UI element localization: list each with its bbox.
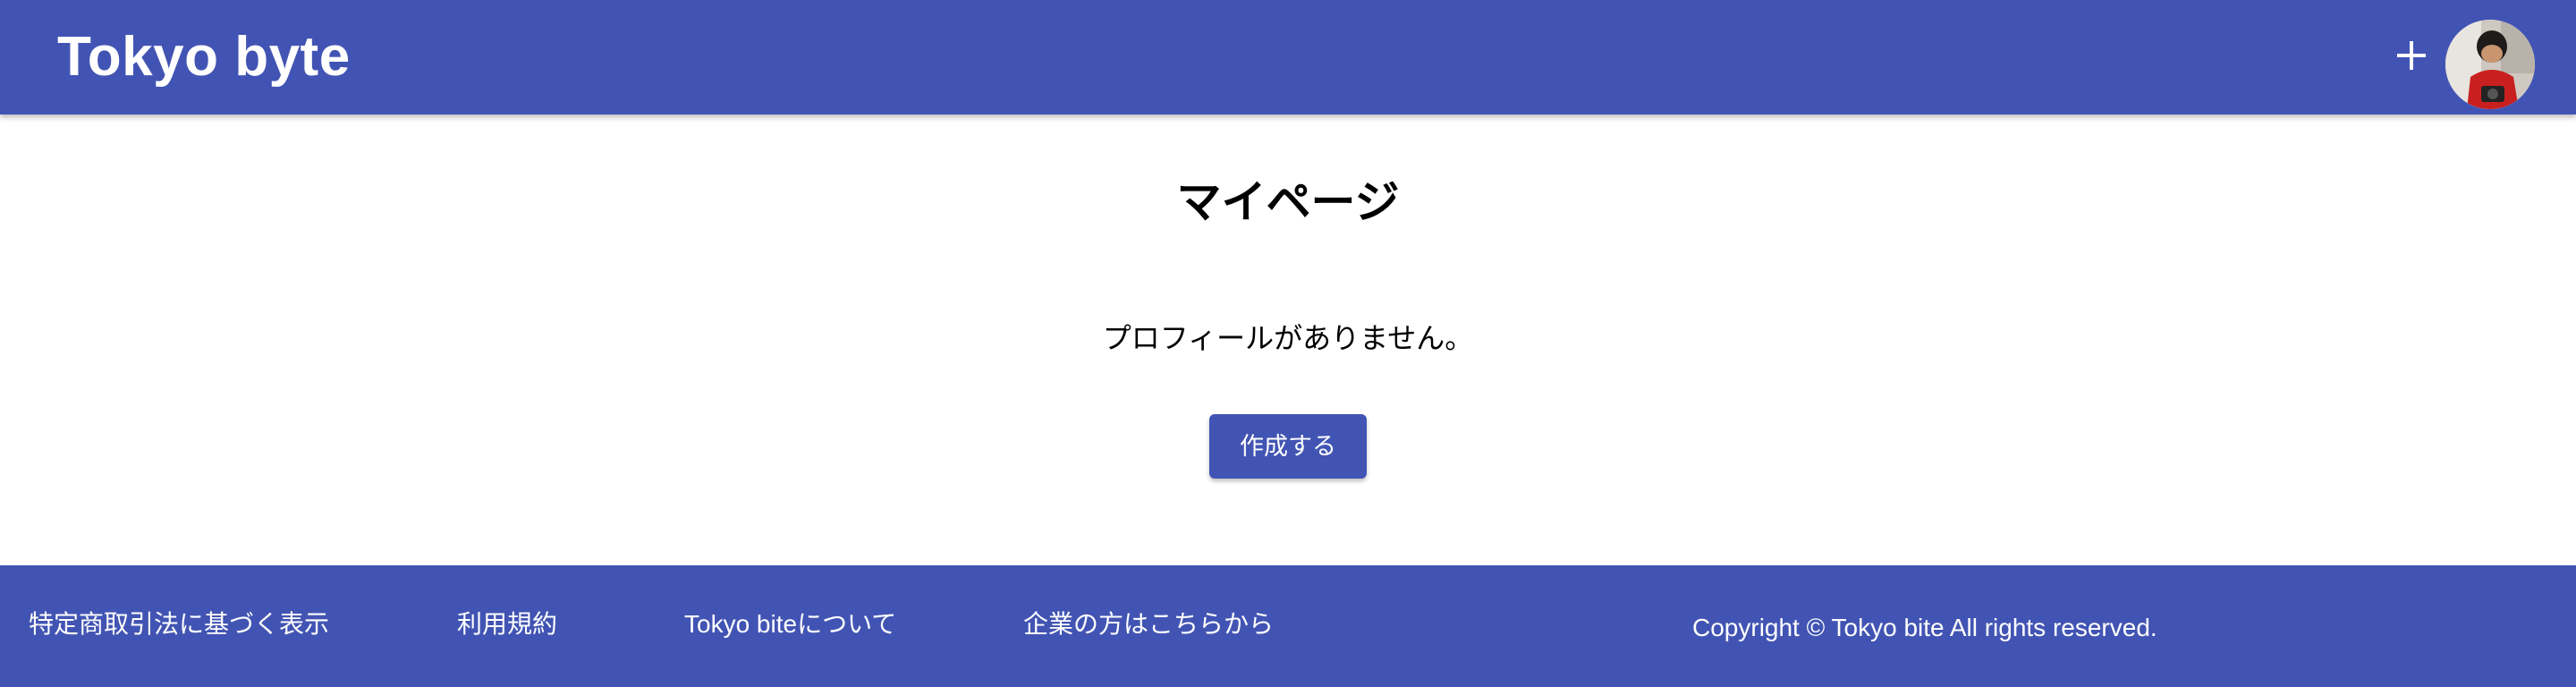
footer-link-about[interactable]: Tokyo biteについて xyxy=(684,606,896,642)
copyright-text: Copyright © Tokyo bite All rights reserv… xyxy=(1692,614,2157,641)
empty-profile-message: プロフィールがありません。 xyxy=(1102,322,1474,354)
add-button[interactable] xyxy=(2388,32,2435,79)
main-content: マイページ プロフィールがありません。 作成する xyxy=(0,114,2576,565)
footer-link-business[interactable]: 企業の方はこちらから xyxy=(1023,606,1274,642)
user-avatar-image xyxy=(2445,20,2535,109)
app-header: Tokyo byte xyxy=(0,0,2576,114)
avatar[interactable] xyxy=(2445,20,2535,109)
brand-logo[interactable]: Tokyo byte xyxy=(57,20,351,95)
create-profile-button[interactable]: 作成する xyxy=(1209,414,1367,479)
footer: 特定商取引法に基づく表示 利用規約 Tokyo biteについて 企業の方はこち… xyxy=(0,565,2576,687)
page-title: マイページ xyxy=(1176,177,1400,227)
footer-link-terms[interactable]: 利用規約 xyxy=(457,606,557,642)
footer-link-commercial-law[interactable]: 特定商取引法に基づく表示 xyxy=(29,606,329,642)
plus-icon xyxy=(2397,41,2426,70)
